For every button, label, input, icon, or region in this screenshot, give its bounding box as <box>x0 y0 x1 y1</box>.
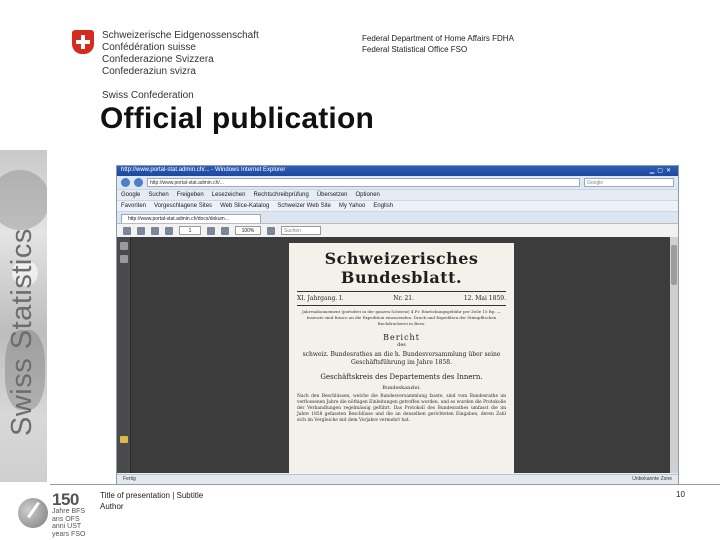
confederation-line: Confederaziun svizra <box>102 66 196 77</box>
newspaper-lead: schweiz. Bundesrathes an die h. Bundesve… <box>302 351 501 366</box>
anniversary-text: Jahre BFS ans OFS anni UST years FSO <box>52 508 85 538</box>
print-icon[interactable] <box>123 226 131 235</box>
fso-anniversary-logo-icon <box>18 498 48 528</box>
google-toolbar: Google Suchen Freigeben Lesezeichen Rech… <box>117 189 678 200</box>
toolbar-item[interactable]: Suchen <box>148 192 168 198</box>
attachment-icon[interactable] <box>120 436 128 443</box>
browser-search-input[interactable]: Google <box>584 178 674 187</box>
email-icon[interactable] <box>151 226 159 235</box>
newspaper-note: Jahresabonnement (portofrei in der ganze… <box>302 309 501 326</box>
anniversary-line: Jahre BFS <box>52 508 86 515</box>
pdf-scrollbar[interactable] <box>670 237 678 473</box>
pages-icon[interactable] <box>120 242 128 250</box>
anniversary-line: anni UST <box>52 523 82 531</box>
favorites-bar: Favoriten Vorgeschlagene Sites Web Slice… <box>117 200 678 211</box>
pdf-nav-pane <box>117 237 131 473</box>
anniversary-number: 150 <box>52 490 79 509</box>
footer-divider <box>50 484 720 485</box>
favorites-item[interactable]: My Yahoo <box>339 203 365 209</box>
vertical-brand-text: Swiss Statistics <box>6 228 38 436</box>
swiss-coat-of-arms-icon <box>72 30 94 54</box>
department-name: Federal Department of Home Affairs FDHA <box>362 34 514 43</box>
browser-statusbar: Fertig Unbekannte Zone <box>117 474 678 484</box>
browser-screenshot: http://www.portal-stat.admin.ch/... - Wi… <box>116 165 679 485</box>
scrollbar-thumb[interactable] <box>671 245 677 285</box>
window-controls-icon[interactable]: ▁▢✕ <box>650 167 674 175</box>
newspaper-issue-line: XI. Jahrgang. I. Nr. 21. 12. Mai 1859. <box>297 292 506 306</box>
newspaper-volume: XI. Jahrgang. I. <box>297 295 344 302</box>
bookmarks-icon[interactable] <box>120 255 128 263</box>
browser-address-row: http://www.portal-stat.admin.ch/... Goog… <box>117 176 678 189</box>
page-up-icon[interactable] <box>165 226 173 235</box>
confederation-name-block: Schweizerische Eidgenossenschaft Confédé… <box>102 30 259 102</box>
toolbar-item[interactable]: Lesezeichen <box>212 192 246 198</box>
status-zone: Unbekannte Zone <box>632 476 672 482</box>
newspaper-masthead: Schweizerisches Bundesblatt. <box>297 249 506 292</box>
back-icon[interactable] <box>121 178 130 187</box>
decor-shape <box>0 170 47 230</box>
page-title: Official publication <box>100 102 375 135</box>
toolbar-item[interactable]: Freigeben <box>177 192 204 198</box>
department-block: Federal Department of Home Affairs FDHA … <box>362 33 514 55</box>
toolbar-item[interactable]: Übersetzen <box>317 192 348 198</box>
pdf-zoom-select[interactable]: 100% <box>235 226 261 235</box>
confederation-line: Schweizerische Eidgenossenschaft <box>102 30 259 41</box>
toolbar-item[interactable]: Rechtschreibprüfung <box>253 192 308 198</box>
pdf-search-input[interactable]: Suchen <box>281 226 321 235</box>
favorites-item[interactable]: English <box>373 203 393 209</box>
newspaper-page: Schweizerisches Bundesblatt. XI. Jahrgan… <box>289 243 514 479</box>
address-input[interactable]: http://www.portal-stat.admin.ch/... <box>147 178 580 187</box>
pdf-toolbar: 1 100% Suchen <box>117 223 678 237</box>
anniversary-line: years FSO <box>52 530 86 538</box>
confederation-line: Confederazione Svizzera <box>102 54 214 65</box>
favorites-item[interactable]: Vorgeschlagene Sites <box>154 203 212 209</box>
presentation-author: Author <box>100 502 124 511</box>
favorites-item[interactable]: Schweizer Web Site <box>277 203 331 209</box>
fit-page-icon[interactable] <box>267 226 275 235</box>
confederation-english: Swiss Confederation <box>102 90 194 101</box>
newspaper-section: Geschäftskreis des Departements des Inne… <box>320 373 483 381</box>
toolbar-item[interactable]: Google <box>121 192 140 198</box>
zoom-in-icon[interactable] <box>221 226 229 235</box>
browser-window-title: http://www.portal-stat.admin.ch/... - Wi… <box>121 167 286 173</box>
status-left: Fertig <box>123 476 136 482</box>
confederation-line: Confédération suisse <box>102 42 196 53</box>
save-icon[interactable] <box>137 226 145 235</box>
office-name: Federal Statistical Office FSO <box>362 45 468 54</box>
newspaper-sub: des <box>397 342 406 348</box>
favorites-item[interactable]: Web Slice-Katalog <box>220 203 269 209</box>
zoom-out-icon[interactable] <box>207 226 215 235</box>
newspaper-body: Nach den Beschlüssen, welche die Bundesv… <box>297 394 506 423</box>
browser-titlebar: http://www.portal-stat.admin.ch/... - Wi… <box>117 166 678 176</box>
page-number: 10 <box>676 490 685 499</box>
newspaper-heading: Bericht <box>383 333 420 342</box>
newspaper-date: 12. Mai 1859. <box>463 295 506 302</box>
pdf-viewer: Schweizerisches Bundesblatt. XI. Jahrgan… <box>117 237 678 479</box>
footer-text: Title of presentation | Subtitle Author <box>100 490 203 512</box>
newspaper-number: Nr. 21. <box>393 295 415 302</box>
forward-icon[interactable] <box>134 178 143 187</box>
favorites-item[interactable]: Favoriten <box>121 203 146 209</box>
anniversary-line: ans OFS <box>52 515 80 523</box>
browser-tab-row: http://www.portal-stat.admin.ch/docs/dok… <box>117 211 678 223</box>
pdf-page-input[interactable]: 1 <box>179 226 201 235</box>
newspaper-subsection: Bundeskanzlei. <box>382 385 421 391</box>
browser-tab[interactable]: http://www.portal-stat.admin.ch/docs/dok… <box>121 214 261 223</box>
presentation-title: Title of presentation | Subtitle <box>100 491 204 500</box>
toolbar-item[interactable]: Optionen <box>356 192 380 198</box>
